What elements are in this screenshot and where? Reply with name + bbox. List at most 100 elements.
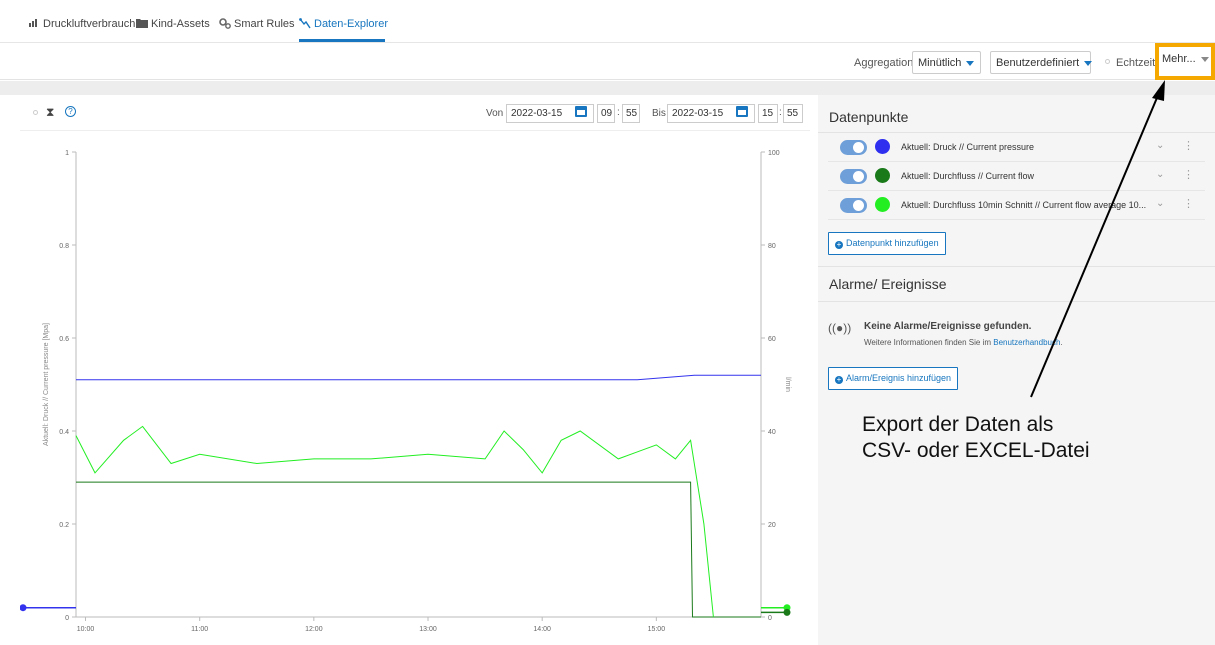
app-root: Druckluftverbrauch Kind-Assets Smart Rul… xyxy=(0,0,1215,645)
bis-label: Bis xyxy=(652,108,666,119)
export-highlight-box xyxy=(1155,43,1215,80)
calendar-icon[interactable] xyxy=(736,106,748,117)
add-alarm-button[interactable]: + Alarm/Ereignis hinzufügen xyxy=(828,367,959,390)
realtime-label[interactable]: Echtzeit xyxy=(1116,57,1155,69)
more-vertical-icon[interactable]: ⋮ xyxy=(1183,197,1194,210)
add-datapoint-label: Datenpunkt hinzufügen xyxy=(846,238,939,248)
user-manual-link[interactable]: Benutzerhandbuch xyxy=(993,338,1060,347)
datapoint-toggle[interactable] xyxy=(840,198,867,213)
divider xyxy=(818,266,1215,267)
y-right-tick-label: 0 xyxy=(768,615,772,622)
series-line-1 xyxy=(76,374,761,381)
y-axis-left-title: Aktuell: Druck // Current pressure [Mpa] xyxy=(43,323,50,446)
tab-label: Kind-Assets xyxy=(151,18,210,30)
bis-minute-input[interactable]: 55 xyxy=(783,104,803,123)
chevron-down-icon[interactable]: ⌄ xyxy=(1156,198,1164,209)
series-color-dot[interactable] xyxy=(875,139,890,154)
aggregation-select[interactable]: Minütlich xyxy=(912,51,981,74)
x-tick-label: 13:00 xyxy=(419,626,437,633)
time-range-value: Benutzerdefiniert xyxy=(996,57,1080,69)
datapoint-row[interactable]: Aktuell: Druck // Current pressure ⌄ ⋮ xyxy=(828,133,1205,162)
more-vertical-icon[interactable]: ⋮ xyxy=(1183,168,1194,181)
aggregation-label: Aggregation xyxy=(854,57,914,69)
tab-druckluftverbrauch[interactable]: Druckluftverbrauch xyxy=(29,18,135,42)
bis-hour-input[interactable]: 15 xyxy=(758,104,778,123)
x-tick-label: 12:00 xyxy=(305,626,323,633)
datapoint-toggle[interactable] xyxy=(840,169,867,184)
y-right-tick-label: 40 xyxy=(768,429,776,436)
annotation-line: CSV- oder EXCEL-Datei xyxy=(862,439,1090,462)
chevron-down-icon[interactable]: ⌄ xyxy=(1156,169,1164,180)
y-left-tick-label: 0.6 xyxy=(59,336,69,343)
tab-smart-rules[interactable]: Smart Rules xyxy=(219,18,295,42)
status-dot-icon xyxy=(33,110,38,115)
series-line-2 xyxy=(76,481,761,618)
calendar-icon[interactable] xyxy=(575,106,587,117)
y-left-tick-label: 0.4 xyxy=(59,429,69,436)
content-background xyxy=(0,81,1215,95)
add-alarm-label: Alarm/Ereignis hinzufügen xyxy=(846,373,952,383)
tab-label: Daten-Explorer xyxy=(314,18,388,30)
endpoint-marker xyxy=(20,604,27,612)
datapoint-row[interactable]: Aktuell: Durchfluss 10min Schnitt // Cur… xyxy=(828,191,1205,220)
tab-label: Druckluftverbrauch xyxy=(43,18,136,30)
realtime-toggle-icon[interactable] xyxy=(1105,59,1110,64)
x-tick-label: 14:00 xyxy=(533,626,551,633)
help-icon[interactable]: ? xyxy=(65,106,76,117)
more-vertical-icon[interactable]: ⋮ xyxy=(1183,139,1194,152)
time-separator: : xyxy=(617,107,620,118)
alarms-title: Alarme/ Ereignisse xyxy=(829,276,947,292)
y-left-tick-label: 0 xyxy=(65,615,69,622)
chevron-down-icon xyxy=(966,60,975,66)
x-tick-label: 11:00 xyxy=(191,626,208,633)
tab-kind-assets[interactable]: Kind-Assets xyxy=(136,18,210,42)
datapoints-title: Datenpunkte xyxy=(829,109,909,125)
y-left-tick-label: 0.8 xyxy=(59,243,69,250)
info-text-end: . xyxy=(1060,338,1063,347)
tab-daten-explorer[interactable]: Daten-Explorer xyxy=(299,18,388,42)
toolbar: Aggregation Minütlich Benutzerdefiniert … xyxy=(0,44,1215,80)
time-range-select[interactable]: Benutzerdefiniert xyxy=(990,51,1093,74)
annotation-text: Export der Daten als CSV- oder EXCEL-Dat… xyxy=(862,412,1090,464)
plus-icon: + xyxy=(835,375,843,384)
right-panel: Datenpunkte Aktuell: Druck // Current pr… xyxy=(818,95,1215,645)
series-color-dot[interactable] xyxy=(875,197,890,212)
y-left-tick-label: 0.2 xyxy=(59,522,69,529)
x-tick-label: 15:00 xyxy=(648,626,666,633)
plus-icon: + xyxy=(835,240,843,249)
endpoint-marker xyxy=(783,608,791,616)
datapoint-label: Aktuell: Durchfluss // Current flow xyxy=(901,171,1035,181)
x-tick-label: 10:00 xyxy=(77,626,95,633)
hourglass-icon[interactable]: ⧗ xyxy=(46,105,54,120)
y-right-tick-label: 80 xyxy=(768,243,776,250)
no-alarms-info: Weitere Informationen finden Sie im Benu… xyxy=(864,338,1063,347)
y-axis-right-title: l/min xyxy=(784,377,791,392)
chart-header: ⧗ ? Von 2022-03-15 09 : 55 Bis 2022-03-1… xyxy=(20,95,810,131)
y-right-tick-label: 100 xyxy=(768,150,780,157)
y-right-tick-label: 20 xyxy=(768,522,776,529)
datapoint-row[interactable]: Aktuell: Durchfluss // Current flow ⌄ ⋮ xyxy=(828,162,1205,191)
y-left-tick-label: 1 xyxy=(65,150,69,157)
datapoint-toggle[interactable] xyxy=(840,140,867,155)
no-alarms-title: Keine Alarme/Ereignisse gefunden. xyxy=(864,321,1032,332)
von-label: Von xyxy=(486,108,504,119)
bar-chart-icon xyxy=(29,18,40,31)
chevron-down-icon xyxy=(1084,60,1093,66)
data-explorer-icon xyxy=(299,18,311,33)
y-right-tick-label: 60 xyxy=(768,336,776,343)
tab-label: Smart Rules xyxy=(234,18,295,30)
chart-panel: ⧗ ? Von 2022-03-15 09 : 55 Bis 2022-03-1… xyxy=(20,95,810,645)
chevron-down-icon[interactable]: ⌄ xyxy=(1156,140,1164,151)
series-line-3 xyxy=(75,425,714,618)
aggregation-value: Minütlich xyxy=(918,57,962,69)
datapoint-label: Aktuell: Druck // Current pressure xyxy=(901,142,1035,152)
von-hour-input[interactable]: 09 xyxy=(597,104,615,123)
annotation-line: Export der Daten als xyxy=(862,413,1054,436)
von-minute-input[interactable]: 55 xyxy=(622,104,640,123)
series-color-dot[interactable] xyxy=(875,168,890,183)
tab-bar: Druckluftverbrauch Kind-Assets Smart Rul… xyxy=(0,0,1215,43)
line-chart[interactable]: 0 0.2 0.4 0.6 0.8 1 0 20 40 60 80 100 10:00 11:00 12:0… xyxy=(20,131,810,645)
add-datapoint-button[interactable]: + Datenpunkt hinzufügen xyxy=(828,232,946,255)
info-text: Weitere Informationen finden Sie im xyxy=(864,338,994,347)
datapoint-label: Aktuell: Durchfluss 10min Schnitt // Cur… xyxy=(901,200,1147,210)
